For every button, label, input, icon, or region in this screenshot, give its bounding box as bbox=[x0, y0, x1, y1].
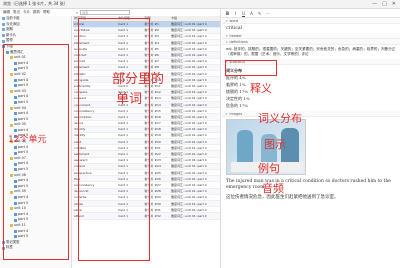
folder-icon bbox=[10, 173, 13, 177]
table-cell: 雅思词汇::unit 01::part 4 bbox=[170, 212, 220, 220]
table-cell: Card 1 bbox=[117, 212, 144, 220]
chevron-down-icon[interactable]: ▾ bbox=[226, 40, 228, 44]
card-list-panel: ⌕ 搜索 排序字段 卡片模板 到期 卡组 critical Card 1 新卡片 #… bbox=[73, 9, 221, 268]
search-input[interactable]: 搜索 bbox=[80, 10, 131, 15]
deck-icon bbox=[14, 162, 17, 166]
folder-icon bbox=[10, 73, 13, 77]
minimize-icon[interactable]: — bbox=[372, 1, 377, 7]
search-icon bbox=[2, 28, 5, 32]
folder-icon bbox=[10, 106, 13, 110]
deck-icon bbox=[14, 84, 17, 88]
table-row[interactable]: attend Card 1 新卡片 #32 雅思词汇::unit 01::part 4 bbox=[73, 212, 220, 220]
editor-toolbar: B I U A ✎ ⋯ bbox=[222, 9, 400, 18]
tag-icon bbox=[2, 246, 5, 250]
folder-icon bbox=[10, 224, 13, 228]
deck-icon bbox=[14, 196, 17, 200]
title-bar: 浏览（已选择 1 张卡片，共 34 张） — □ ✕ bbox=[0, 0, 400, 9]
stats-line: 危急的 17% bbox=[226, 103, 249, 108]
deck-icon bbox=[14, 151, 17, 155]
deck-icon bbox=[14, 213, 17, 217]
close-icon[interactable]: ✕ bbox=[392, 1, 396, 7]
more-icon[interactable]: ⋯ bbox=[265, 11, 270, 16]
deck-icon bbox=[14, 235, 17, 239]
person-figure bbox=[237, 130, 253, 166]
folder-icon bbox=[10, 123, 13, 127]
folder-icon bbox=[10, 157, 13, 161]
search-icon bbox=[2, 17, 5, 21]
annotation-distribution: 词义分布 bbox=[258, 112, 302, 125]
deck-icon bbox=[14, 168, 17, 172]
table-cell: 新卡片 #32 bbox=[143, 212, 170, 220]
annotation-definition: 释义 bbox=[250, 82, 272, 95]
menu-cards[interactable]: 卡片 bbox=[23, 10, 30, 15]
stats-title: 词义分布 bbox=[226, 68, 242, 73]
highlight-icon[interactable]: ✎ bbox=[257, 11, 262, 16]
deck-icon bbox=[14, 185, 17, 189]
annotation-units: 12个单元 bbox=[8, 135, 47, 145]
field-definitions[interactable]: adj. 批评的，挑剔的；很重要的；关键的；至关紧要的；安危攸关的；危急的；病重… bbox=[222, 45, 400, 59]
menu-help[interactable]: 帮助 bbox=[43, 10, 50, 15]
deck-icon bbox=[14, 62, 17, 66]
deck-icon bbox=[14, 117, 17, 121]
deck-icon bbox=[14, 101, 17, 105]
field-word[interactable]: critical bbox=[222, 24, 400, 33]
annotation-words-line1: 部分里的 bbox=[112, 72, 165, 87]
menu-go[interactable]: 跳转 bbox=[33, 10, 40, 15]
maximize-icon[interactable]: □ bbox=[382, 1, 387, 7]
search-icon bbox=[2, 39, 5, 43]
deck-icon bbox=[14, 67, 17, 71]
sidebar-item-label: 标签 bbox=[6, 245, 13, 250]
chevron-down-icon[interactable]: ▾ bbox=[226, 19, 228, 23]
card-table: 排序字段 卡片模板 到期 卡组 critical Card 1 新卡片 #1 雅思词汇… bbox=[73, 16, 220, 220]
deck-icon bbox=[14, 145, 17, 149]
chevron-down-icon[interactable]: ▾ bbox=[226, 60, 228, 64]
deck-icon bbox=[2, 45, 5, 49]
deck-icon bbox=[14, 95, 17, 99]
folder-icon bbox=[10, 90, 13, 94]
search-icon[interactable]: ⌕ bbox=[76, 10, 78, 15]
underline-button[interactable]: U bbox=[241, 11, 246, 16]
annotation-words-line2: 单词 bbox=[116, 92, 143, 107]
annotation-audio: 音频 bbox=[262, 182, 284, 195]
deck-icon bbox=[14, 78, 17, 82]
example-sentence-zh[interactable]: 这位伤者情况危急，因此医生们赶紧把他送到了急诊室。 bbox=[222, 193, 400, 203]
deck-icon bbox=[14, 201, 17, 205]
deck-icon bbox=[14, 112, 17, 116]
annotation-image: 图示 bbox=[264, 138, 286, 151]
deck-icon bbox=[14, 179, 17, 183]
field-header-images[interactable]: ▾ images bbox=[222, 111, 400, 117]
italic-button[interactable]: I bbox=[233, 11, 238, 16]
deck-icon bbox=[14, 229, 17, 233]
chevron-down-icon[interactable]: ▾ bbox=[226, 112, 228, 116]
chevron-down-icon[interactable]: ▾ bbox=[226, 34, 228, 38]
table-cell: attend bbox=[73, 212, 118, 220]
deck-icon bbox=[14, 218, 17, 222]
menu-edit[interactable]: 编辑 bbox=[3, 10, 10, 15]
sidebar-item[interactable]: 标签 bbox=[0, 245, 71, 251]
editor-panel: B I U A ✎ ⋯ ▾ word critical ▾ header ▾ defi… bbox=[222, 9, 400, 268]
deck-icon bbox=[6, 50, 9, 54]
window-title: 浏览（已选择 1 张卡片，共 34 张） bbox=[3, 1, 68, 6]
menu-notes[interactable]: 笔记 bbox=[13, 10, 20, 15]
field-statistics[interactable]: 词义分布 批评的 4% 临界的 1% 挑剔的 17% 决定性的 1% 危急的 1… bbox=[222, 65, 400, 111]
note-icon bbox=[2, 241, 5, 245]
search-icon bbox=[2, 22, 5, 26]
stats-line: 决定性的 1% bbox=[226, 96, 250, 101]
search-icon bbox=[2, 34, 5, 38]
text-color-button[interactable]: A bbox=[249, 11, 254, 16]
annotation-sentence: 例句 bbox=[258, 162, 280, 175]
folder-icon bbox=[10, 207, 13, 211]
folder-icon bbox=[10, 56, 13, 60]
menu-bar: 编辑 笔记 卡片 跳转 帮助 bbox=[0, 9, 70, 16]
folder-icon bbox=[10, 190, 13, 194]
bold-button[interactable]: B bbox=[225, 11, 230, 16]
example-sentence-en[interactable]: The injured man was in a critical condit… bbox=[222, 177, 400, 193]
